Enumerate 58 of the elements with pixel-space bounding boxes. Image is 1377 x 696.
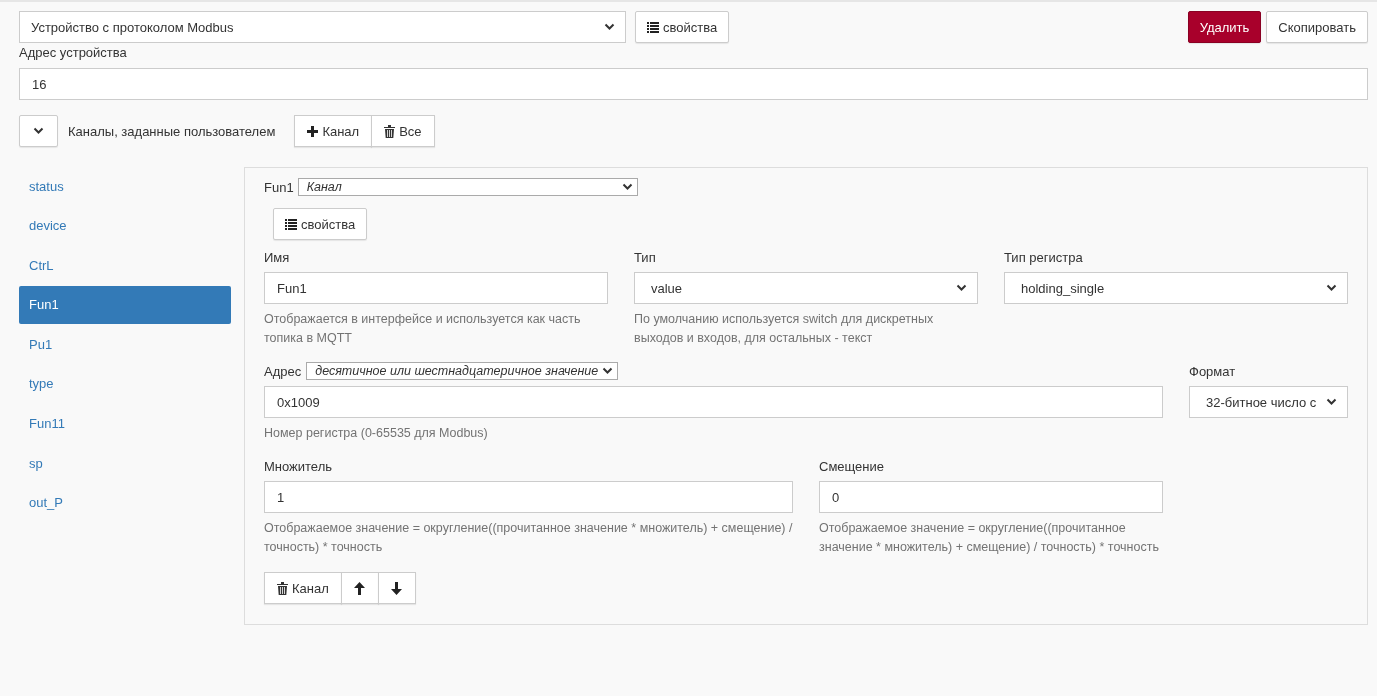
channel-item[interactable]: device (19, 206, 231, 245)
select-field[interactable]: holding_single (1004, 272, 1348, 304)
help-text: Отображаемое значение = округление((прочитанное значение * множитель) + смещение) / точность) * точность (264, 520, 793, 556)
chevron-down-icon (956, 284, 967, 292)
list-icon (647, 21, 659, 33)
add-channel-button[interactable]: Канал (294, 115, 373, 147)
chevron-down-icon (604, 23, 615, 31)
arrow-down-icon (391, 581, 403, 595)
properties-button[interactable]: свойства (273, 208, 368, 240)
device-type-dropdown[interactable]: Устройство с протоколом Modbus (19, 11, 626, 43)
address-mode-dropdown[interactable]: десятичное или шестнадцатеричное значение (306, 362, 619, 380)
field-label: Смещение (819, 458, 884, 474)
field-label: Множитель (264, 458, 332, 474)
field-label: Адрес устройства (19, 45, 128, 60)
text-field[interactable]: 0 (819, 481, 1163, 513)
help-text: Номер регистра (0-65535 для Modbus) (264, 425, 489, 442)
delete-button[interactable]: Удалить (1187, 11, 1262, 43)
channel-item[interactable]: status (19, 167, 231, 205)
chevron-down-icon (602, 367, 614, 375)
chevron-down-icon (1326, 284, 1337, 292)
field-label: Адрес (264, 363, 302, 379)
copy-button[interactable]: Скопировать (1266, 11, 1368, 43)
trash-icon (277, 581, 288, 595)
channel-item[interactable]: Fun1 (19, 285, 231, 324)
chevron-down-icon (1326, 398, 1337, 406)
select-field[interactable]: 32-битное число с (1189, 386, 1348, 418)
text-field[interactable]: 0x1009 (264, 386, 1163, 418)
text-field[interactable]: Fun1 (264, 272, 608, 304)
help-text: Отображаемое значение = округление((прочитанное значение * множитель) + смещение) / точность) * точность (819, 520, 1160, 556)
channel-name: Fun1 (264, 179, 294, 195)
channel-item[interactable]: sp (19, 444, 231, 483)
delete-channel-button[interactable]: Канал (264, 572, 342, 604)
help-text: Отображается в интерфейсе и используется как часть топика в MQTT (264, 311, 582, 347)
arrow-up-icon (354, 581, 366, 595)
channels-title: Каналы, заданные пользователем (68, 123, 276, 139)
field-label: Тип (634, 249, 656, 265)
chevron-down-icon (33, 127, 44, 135)
chevron-down-icon (621, 183, 633, 191)
field-label: Формат (1189, 363, 1236, 379)
channel-item[interactable]: Fun11 (19, 404, 231, 443)
delete-all-button[interactable]: Все (371, 115, 435, 147)
channel-item[interactable]: out_P (19, 483, 231, 522)
help-text: По умолчанию используется switch для дискретных выходов и входов, для остальных - текст (634, 311, 935, 347)
move-down-button[interactable] (377, 572, 416, 604)
plus-icon (307, 125, 319, 137)
text-field[interactable]: 1 (264, 481, 793, 513)
field-label: Тип регистра (1004, 249, 1083, 265)
trash-icon (384, 124, 396, 138)
field-label: Имя (264, 249, 290, 265)
channel-type-dropdown[interactable]: Канал (297, 178, 638, 196)
list-icon (285, 218, 297, 230)
channel-item[interactable]: type (19, 364, 231, 403)
channel-item[interactable]: Pu1 (19, 325, 231, 364)
properties-button[interactable]: свойства (635, 11, 730, 43)
select-field[interactable]: value (634, 272, 978, 304)
channel-item[interactable]: CtrL (19, 246, 231, 285)
move-up-button[interactable] (340, 572, 379, 604)
device-address-field[interactable]: 16 (19, 68, 1368, 100)
